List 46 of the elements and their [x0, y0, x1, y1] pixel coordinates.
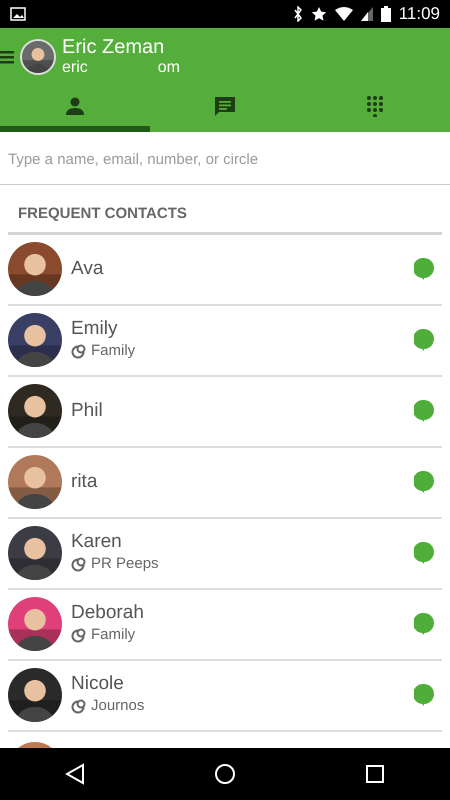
contact-row[interactable]: Ava	[8, 234, 442, 306]
chat-bubble-icon[interactable]	[414, 258, 434, 280]
circles-icon	[71, 698, 87, 714]
wifi-icon	[334, 7, 353, 21]
signal-icon	[360, 7, 373, 21]
contact-name: Ava	[71, 258, 104, 280]
recents-icon[interactable]	[365, 764, 386, 784]
home-icon[interactable]	[214, 763, 236, 785]
contact-name: rita	[71, 471, 98, 493]
chat-bubble-icon[interactable]	[414, 400, 434, 422]
account-name: Eric Zeman	[62, 36, 166, 58]
chat-bubble-icon[interactable]	[414, 684, 434, 706]
contact-name: Karen	[71, 530, 123, 553]
chat-bubble-icon[interactable]	[414, 471, 434, 493]
circle-label: PR Peeps	[91, 554, 159, 574]
account-email: om	[158, 58, 180, 78]
battery-icon	[380, 6, 391, 22]
account-email: eric	[62, 58, 88, 78]
circles-icon	[71, 627, 87, 643]
contact-row[interactable]: Phil	[8, 376, 442, 448]
bluetooth-icon	[292, 6, 303, 22]
circle-label: Journos	[91, 696, 144, 716]
star-icon	[310, 6, 327, 22]
image-icon	[10, 7, 26, 21]
chat-bubble-icon[interactable]	[414, 613, 434, 635]
contact-name: Phil	[71, 400, 104, 422]
contact-row[interactable]: Emily Family	[8, 306, 442, 376]
contact-row[interactable]: Deborah Family	[8, 590, 442, 660]
chat-icon	[213, 94, 237, 116]
circles-icon	[71, 343, 87, 359]
circle-label: Family	[91, 624, 136, 645]
person-icon	[63, 94, 87, 116]
contact-name: Emily	[71, 318, 118, 340]
clock: 11:09	[398, 3, 440, 26]
section-title: FREQUENT CONTACTS	[17, 204, 188, 224]
contact-row[interactable]: Karen PR Peeps	[8, 518, 442, 590]
contact-name: Nicole	[71, 672, 125, 695]
back-icon[interactable]	[64, 763, 85, 785]
contact-row[interactable]: rita	[8, 448, 442, 518]
menu-icon[interactable]	[0, 48, 14, 64]
chat-bubble-icon[interactable]	[414, 329, 434, 351]
circles-icon	[71, 556, 87, 572]
circle-label: Family	[91, 340, 136, 361]
contact-name: Deborah	[71, 602, 145, 624]
chat-bubble-icon[interactable]	[414, 542, 434, 564]
contact-row[interactable]: Nicole Journos	[8, 660, 442, 732]
